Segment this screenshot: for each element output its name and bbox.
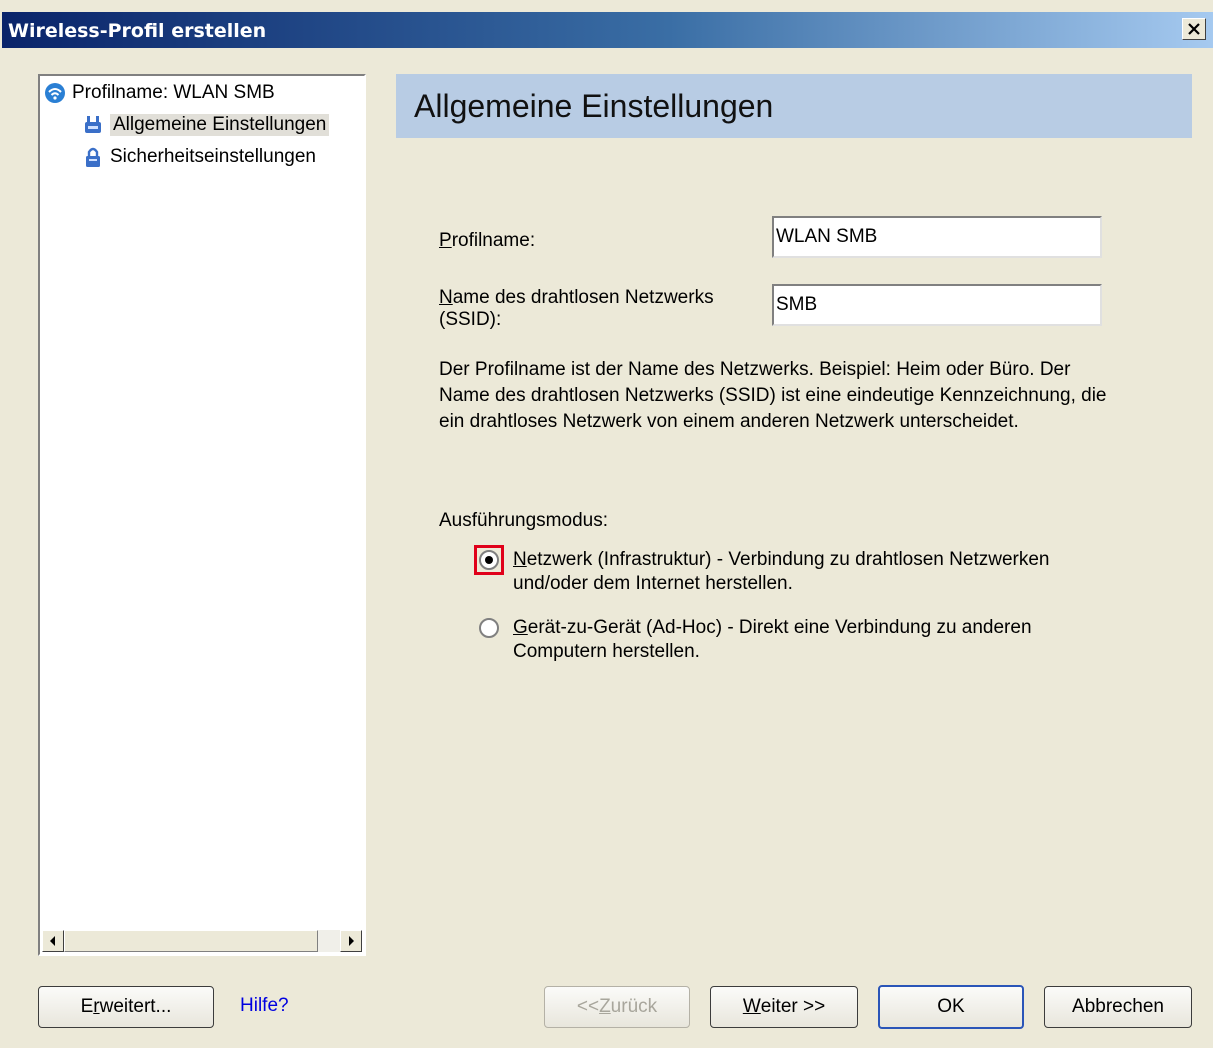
wireless-icon [45,83,65,103]
back-button-post: urück [610,996,658,1017]
help-link[interactable]: Hilfe? [240,995,289,1017]
radio-adhoc-label[interactable]: Gerät-zu-Gerät (Ad-Hoc) - Direkt eine Ve… [513,616,1032,664]
window-title: Wireless-Profil erstellen [8,20,267,42]
radio-infrastructure[interactable] [479,550,499,570]
radio-adhoc-text: erät-zu-Gerät (Ad-Hoc) - Direkt eine Ver… [527,617,1032,638]
radio-infrastructure-label[interactable]: Netzwerk (Infrastruktur) - Verbindung zu… [513,548,1049,596]
profile-tree[interactable]: Profilname: WLAN SMB Allgemeine Einstell… [38,74,366,956]
back-button-pre: << [576,996,600,1017]
tree-item-security-label: Sicherheitseinstellungen [110,146,316,167]
next-button-post: eiter >> [760,996,826,1017]
profile-name-accesskey: P [439,230,452,251]
section-header: Allgemeine Einstellungen [396,74,1192,138]
arrow-left-icon [50,936,55,946]
profile-name-label: Profilname: [439,230,535,252]
radio-infrastructure-accesskey: N [513,549,527,570]
close-icon [1188,23,1200,35]
next-button[interactable]: Weiter >> [710,986,858,1028]
advanced-button-pre: E [80,996,94,1017]
radio-adhoc-accesskey: G [513,617,528,638]
scroll-left-button[interactable] [42,930,64,952]
tree-root[interactable]: Profilname: WLAN SMB [44,82,275,104]
profile-name-input[interactable] [772,216,1102,258]
next-button-accesskey: W [742,996,761,1017]
scroll-right-button[interactable] [340,930,362,952]
network-adapter-icon [85,116,101,133]
section-title: Allgemeine Einstellungen [414,88,774,124]
mode-label: Ausführungsmodus: [439,510,608,531]
ssid-label-line2: (SSID): [439,309,502,330]
ssid-label: Name des drahtlosen Netzwerks (SSID): [439,287,714,331]
cancel-button[interactable]: Abbrechen [1044,986,1192,1028]
radio-selected-dot [485,556,493,564]
horizontal-scrollbar[interactable] [42,930,362,952]
tree-item-security[interactable]: Sicherheitseinstellungen [82,146,316,168]
profile-name-label-text: rofilname: [451,230,536,251]
dialog-window: Wireless-Profil erstellen Profilname: WL… [0,0,1213,1048]
close-button[interactable] [1182,18,1206,40]
ssid-accesskey: N [439,287,453,308]
back-button[interactable]: << Zurück [544,986,690,1028]
scroll-thumb[interactable] [64,930,318,952]
radio-adhoc[interactable] [479,618,499,638]
advanced-button[interactable]: Er weitert... [38,986,214,1028]
padlock-icon [86,147,100,167]
radio-infrastructure-text: etzwerk (Infrastruktur) - Verbindung zu … [526,549,1050,570]
description-text: Der Profilname ist der Name des Netzwerk… [439,359,1107,432]
radio-adhoc-line2: Computern herstellen. [513,641,700,662]
radio-infrastructure-line2: und/oder dem Internet herstellen. [513,573,793,594]
advanced-button-post: weitert... [99,996,172,1017]
tree-item-general[interactable]: Allgemeine Einstellungen [82,114,330,136]
top-strip [2,0,1213,12]
ok-button[interactable]: OK [878,985,1024,1029]
tree-item-general-label: Allgemeine Einstellungen [110,114,330,136]
back-button-accesskey: Z [599,996,611,1017]
arrow-right-icon [349,936,354,946]
ssid-input[interactable] [772,284,1102,326]
ssid-label-text: ame des drahtlosen Netzwerks [452,287,714,308]
title-bar[interactable]: Wireless-Profil erstellen [2,12,1213,48]
tree-root-label: Profilname: WLAN SMB [72,82,275,103]
